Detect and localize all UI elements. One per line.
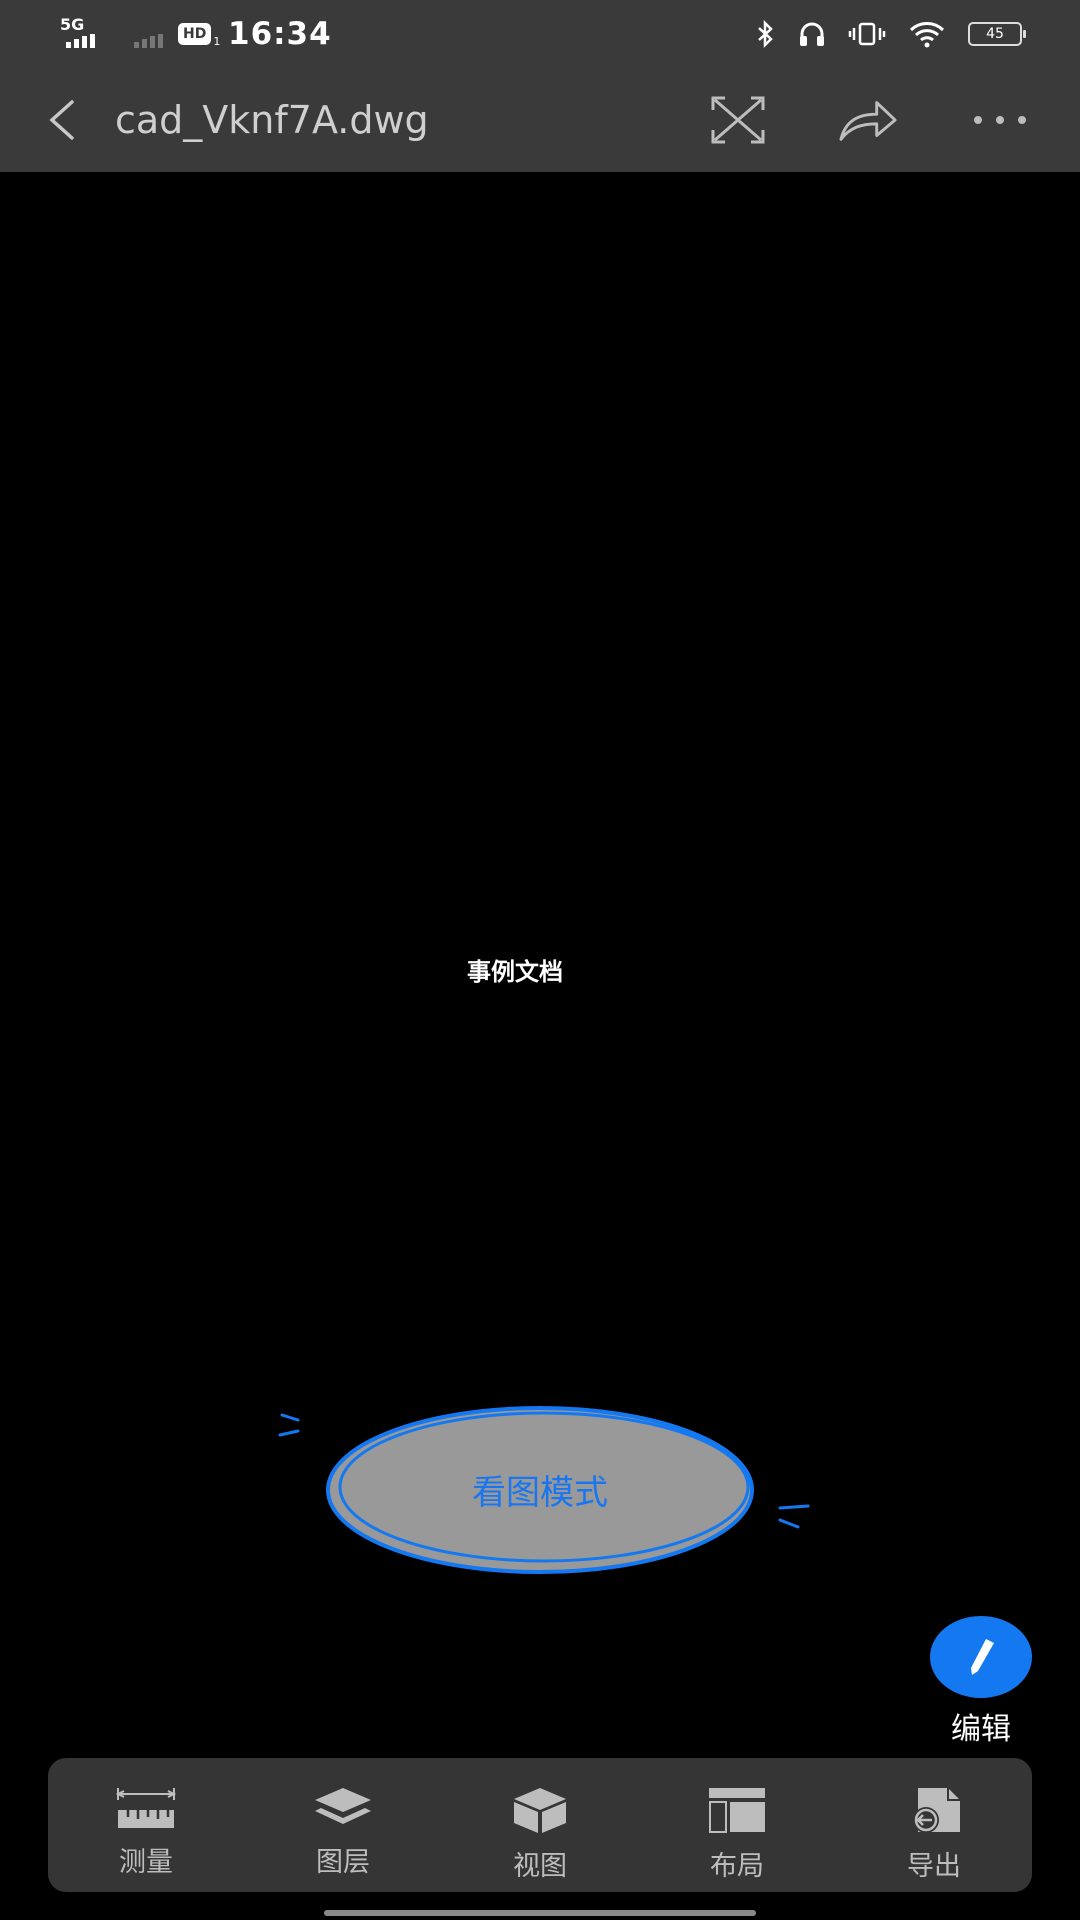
- share-button[interactable]: [838, 92, 898, 148]
- cube-icon: [514, 1788, 566, 1833]
- tool-view-label: 视图: [513, 1851, 567, 1882]
- signal-bars-icon: [66, 34, 96, 48]
- tool-export[interactable]: 导出: [864, 1758, 1004, 1892]
- tool-measure[interactable]: 测量: [76, 1758, 216, 1892]
- home-indicator[interactable]: [324, 1910, 756, 1916]
- hd-voice-badge: HD 1: [178, 0, 220, 68]
- tool-view[interactable]: 视图: [470, 1758, 610, 1892]
- vibrate-icon: [848, 22, 886, 46]
- headphones-icon: [800, 22, 824, 46]
- file-title: cad_Vknf7A.dwg: [115, 98, 429, 142]
- view-mode-label: 看图模式: [472, 1473, 608, 1513]
- tool-layout[interactable]: 布局: [667, 1758, 807, 1892]
- network-type: 5G: [60, 14, 85, 34]
- edit-label: 编辑: [951, 1712, 1011, 1747]
- more-button[interactable]: [970, 92, 1030, 148]
- tool-layers[interactable]: 图层: [273, 1758, 413, 1892]
- chevron-left-icon: [49, 100, 74, 140]
- layout-icon: [709, 1788, 765, 1833]
- export-icon: [913, 1788, 960, 1833]
- tool-export-label: 导出: [907, 1851, 961, 1882]
- tool-measure-label: 测量: [119, 1847, 173, 1878]
- edit-button[interactable]: [930, 1616, 1032, 1698]
- ruler-icon: [116, 1788, 176, 1828]
- fullscreen-button[interactable]: [708, 92, 768, 148]
- pencil-icon: [971, 1639, 994, 1675]
- share-arrow-icon: [839, 101, 897, 141]
- fullscreen-icon: [711, 96, 765, 144]
- status-bar: 5G HD 1 16:34 45: [0, 0, 1080, 68]
- back-button[interactable]: [40, 96, 88, 144]
- bluetooth-icon: [758, 20, 773, 48]
- battery-indicator: 45: [968, 22, 1026, 46]
- secondary-signal-icon: [130, 0, 163, 68]
- app-bar: cad_Vknf7A.dwg: [0, 68, 1080, 172]
- layers-icon: [315, 1788, 371, 1824]
- tool-layers-label: 图层: [316, 1847, 370, 1878]
- clock: 16:34: [228, 16, 332, 52]
- bottom-toolbar: 测量 图层 视图 布局 导出: [48, 1758, 1032, 1892]
- wifi-icon: [909, 22, 945, 48]
- cellular-signal: 5G: [60, 0, 96, 68]
- more-dots-icon: [974, 116, 1026, 124]
- status-icons-right: 45: [756, 0, 1026, 68]
- tool-layout-label: 布局: [710, 1851, 764, 1882]
- drawing-text: 事例文档: [467, 958, 563, 986]
